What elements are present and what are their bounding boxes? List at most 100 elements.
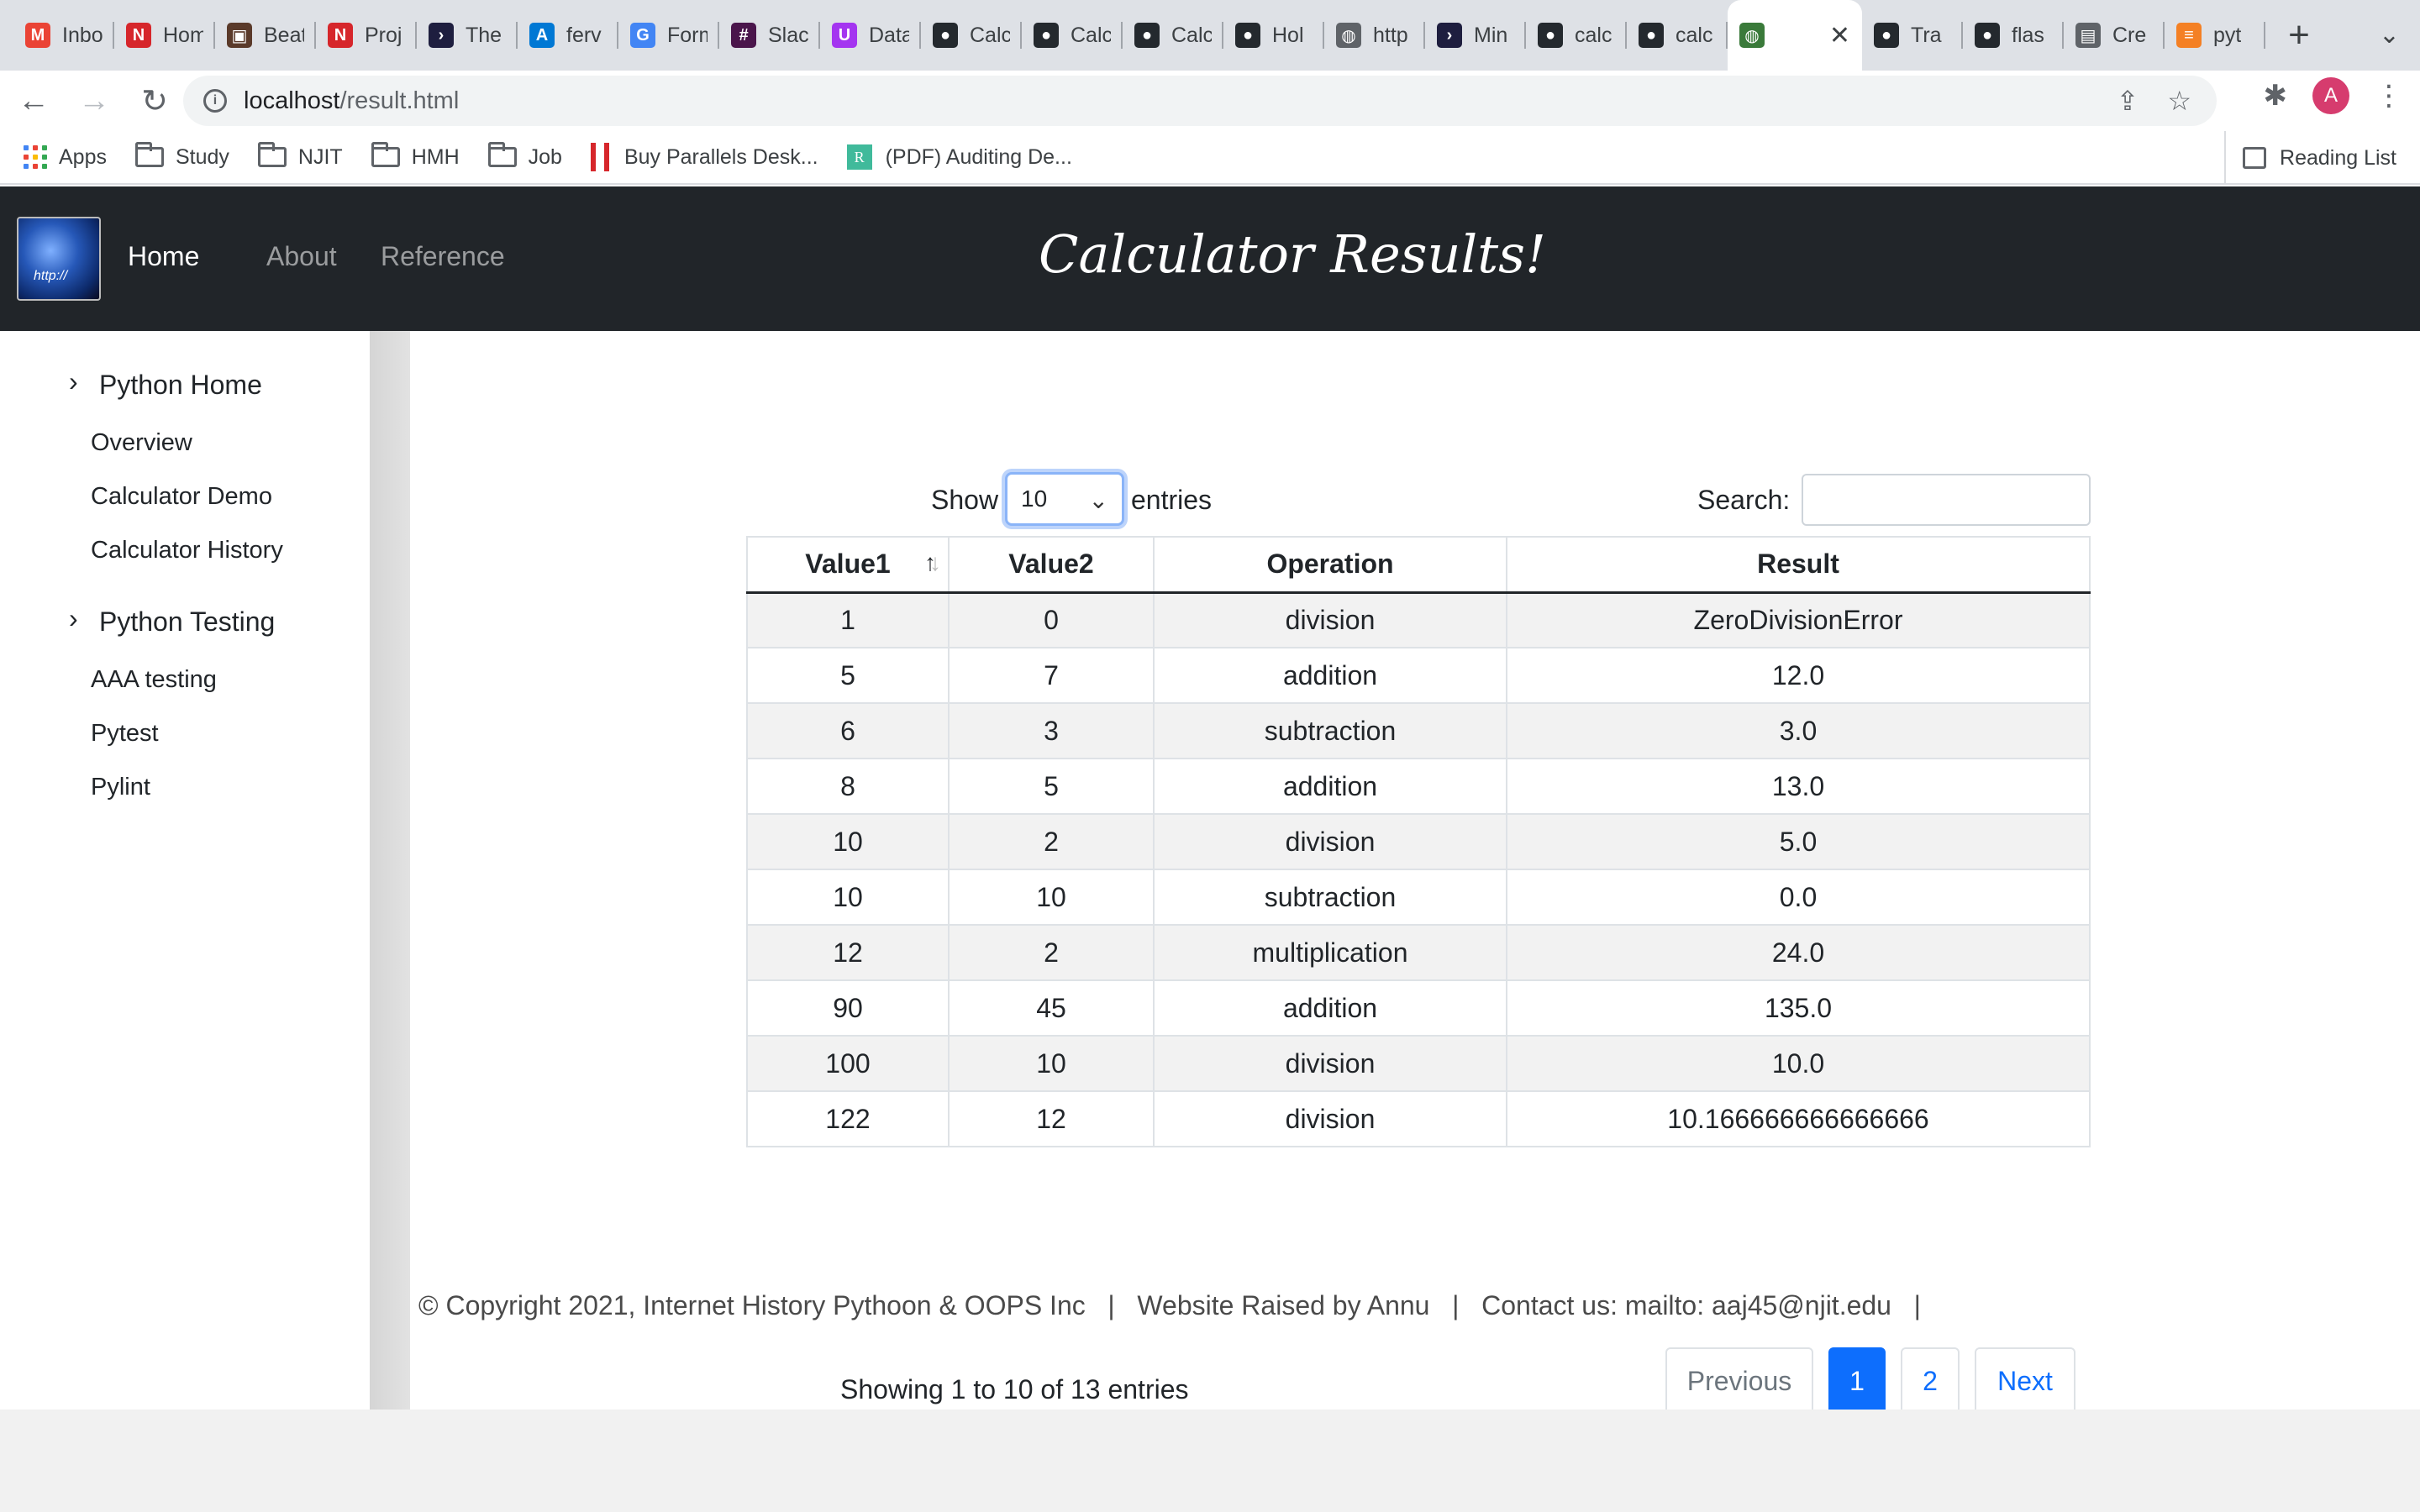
browser-tab[interactable]: ● calc [1526,0,1627,71]
tab-title: Hol [1272,23,1304,47]
previous-page-button[interactable]: Previous [1665,1347,1813,1415]
tab-title: pyt [2213,23,2242,47]
folder-icon [487,142,517,167]
extensions-puzzle-icon[interactable]: ✱ [2264,79,2288,113]
browser-tab[interactable]: ≡ pyt [2165,0,2265,71]
tab-title: The [466,23,502,47]
sidebar-item-overview[interactable]: Overview [91,429,192,457]
chevron-right-icon[interactable]: › [69,366,78,397]
table-cell: 12 [746,924,950,981]
table-cell: addition [1153,647,1507,704]
browser-tab[interactable]: U Data [820,0,921,71]
browser-tab[interactable]: ◍ ✕ [1728,0,1862,71]
table-cell: 3.0 [1506,702,2091,759]
column-header-operation[interactable]: Operation [1153,536,1507,594]
tab-title: flas [2012,23,2044,47]
parallels-icon [590,143,609,171]
profile-avatar[interactable]: A [2312,77,2349,114]
browser-tab[interactable]: ● Calc [1123,0,1223,71]
browser-tab[interactable]: ● flas [1963,0,2064,71]
browser-tab[interactable]: # Slack [719,0,820,71]
bookmark-apps[interactable]: Apps [24,145,107,170]
folder-icon [257,142,287,167]
table-cell: 1 [746,591,950,648]
browser-tab[interactable]: Aferv [518,0,618,71]
column-header-value2[interactable]: Value2 [948,536,1155,594]
browser-tab[interactable]: N Proj [316,0,417,71]
new-tab-plus-icon[interactable]: + [2265,0,2333,71]
nav-home-link[interactable]: Home [128,241,199,272]
bookmark-study[interactable]: Study [134,142,229,170]
share-icon[interactable]: ⇪ [2117,85,2139,117]
site-info-icon[interactable]: i [203,89,227,113]
browser-tab[interactable]: N Home [114,0,215,71]
tab-title: Cre [2112,23,2147,47]
browser-menu-icon[interactable]: ⋮ [2375,79,2403,113]
sidebar-item-pylint[interactable]: Pylint [91,774,150,801]
back-arrow-icon[interactable]: ← [7,74,60,128]
bookmarks-bar: Apps Study NJIT HMH Job Buy Parallels De… [0,131,2420,185]
page-1-button[interactable]: 1 [1828,1347,1886,1415]
url-text[interactable]: localhost/result.html [244,87,459,115]
github-icon: ● [933,23,958,48]
column-header-value1[interactable]: Value1 ↑↓ [746,536,950,594]
table-cell: 100 [746,1035,950,1092]
bookmark-star-icon[interactable]: ☆ [2167,85,2191,117]
browser-tab[interactable]: ● calc [1627,0,1728,71]
tab-search-chevron-icon[interactable]: ⌄ [2379,20,2400,50]
browser-tab[interactable]: ● Calc [1022,0,1123,71]
sidebar-item-calculator-demo[interactable]: Calculator Demo [91,483,272,511]
close-tab-icon[interactable]: ✕ [1829,21,1850,50]
table-cell: 8 [746,758,950,815]
address-bar[interactable]: i localhost/result.html ⇪ ☆ [183,76,2217,126]
nav-about-link[interactable]: About [266,241,337,272]
browser-tab[interactable]: › Min [1425,0,1526,71]
chevron-right-icon[interactable]: › [69,603,78,634]
sidebar-section-python-home[interactable]: Python Home [99,370,262,401]
folder-icon [134,142,164,167]
tab-title: Slack [768,23,808,47]
site-logo-globe-icon[interactable] [17,217,101,301]
sidebar-section-python-testing[interactable]: Python Testing [99,606,275,638]
browser-tab[interactable]: M Inbox [13,0,114,71]
browser-tab[interactable]: ● Hol [1223,0,1324,71]
table-cell: 2 [948,813,1155,870]
tab-title: Min [1474,23,1508,47]
column-header-result[interactable]: Result [1506,536,2091,594]
page-2-button[interactable]: 2 [1901,1347,1960,1415]
sidebar-item-pytest[interactable]: Pytest [91,720,159,748]
reading-list-button[interactable]: Reading List [2224,131,2396,185]
table-cell: division [1153,1090,1507,1147]
sidebar-item-calculator-history[interactable]: Calculator History [91,537,283,564]
bookmark-hmh[interactable]: HMH [371,142,460,170]
bookmark-njit[interactable]: NJIT [257,142,343,170]
bookmark-auditing-pdf[interactable]: R (PDF) Auditing De... [846,144,1072,170]
browser-tab[interactable]: › The [417,0,518,71]
reload-icon[interactable]: ↻ [128,74,182,128]
table-cell: division [1153,591,1507,648]
browser-tab[interactable]: ▤ Cre [2064,0,2165,71]
browser-tab[interactable]: ◍ http [1324,0,1425,71]
entries-per-page-select[interactable]: 10 ⌄ [1005,472,1124,526]
browser-tab[interactable]: ▣ Beat [215,0,316,71]
bookmark-parallels[interactable]: Buy Parallels Desk... [590,143,818,171]
forward-arrow-icon[interactable]: → [67,74,121,128]
table-cell: 90 [746,979,950,1037]
browser-tab[interactable]: ● Tra [1862,0,1963,71]
browser-tab[interactable]: G Form [618,0,719,71]
table-cell: 10 [948,869,1155,926]
tab-title: Home [163,23,203,47]
github-icon: ● [1235,23,1260,48]
github-icon: ● [1975,23,2000,48]
sidebar-item-aaa-testing[interactable]: AAA testing [91,666,217,694]
browser-tab[interactable]: ● Calc [921,0,1022,71]
table-cell: 3 [948,702,1155,759]
table-cell: division [1153,813,1507,870]
next-page-button[interactable]: Next [1975,1347,2075,1415]
search-input[interactable] [1802,474,2091,526]
bookmark-job[interactable]: Job [487,142,562,170]
nav-reference-link[interactable]: Reference [381,241,505,272]
table-info-text: Showing 1 to 10 of 13 entries [840,1374,1189,1404]
page-title: Calculator Results! [1039,223,1546,285]
sidebar-divider [370,331,410,1423]
